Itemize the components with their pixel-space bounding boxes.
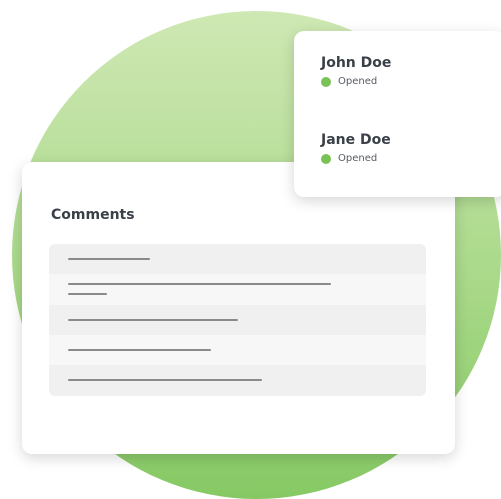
comments-list bbox=[49, 244, 426, 396]
comment-placeholder-line bbox=[68, 379, 262, 381]
illustration-stage: Comments John Doe Opened Jane Doe Opened bbox=[0, 0, 501, 499]
recipient-status: Opened bbox=[321, 76, 391, 87]
comment-placeholder-line bbox=[68, 349, 211, 351]
comments-title: Comments bbox=[51, 207, 135, 223]
comment-row[interactable] bbox=[49, 335, 426, 365]
comment-placeholder-line bbox=[68, 283, 331, 285]
recipient-entry: Jane Doe Opened bbox=[321, 132, 391, 164]
status-label: Opened bbox=[338, 153, 378, 164]
comment-placeholder-line bbox=[68, 258, 150, 260]
status-dot-icon bbox=[321, 153, 331, 164]
comments-card: Comments bbox=[22, 162, 455, 454]
comment-row[interactable] bbox=[49, 274, 426, 305]
status-label: Opened bbox=[338, 76, 378, 87]
comment-row[interactable] bbox=[49, 244, 426, 274]
recipient-entry: John Doe Opened bbox=[321, 55, 391, 87]
recipient-status: Opened bbox=[321, 153, 391, 164]
comment-placeholder-line bbox=[68, 319, 238, 321]
comment-row[interactable] bbox=[49, 365, 426, 396]
recipient-name: Jane Doe bbox=[321, 132, 391, 148]
comment-row[interactable] bbox=[49, 305, 426, 335]
comment-placeholder-line bbox=[68, 293, 107, 295]
recipient-name: John Doe bbox=[321, 55, 392, 71]
recipient-status-card: John Doe Opened Jane Doe Opened bbox=[294, 31, 501, 197]
status-dot-icon bbox=[321, 76, 331, 87]
